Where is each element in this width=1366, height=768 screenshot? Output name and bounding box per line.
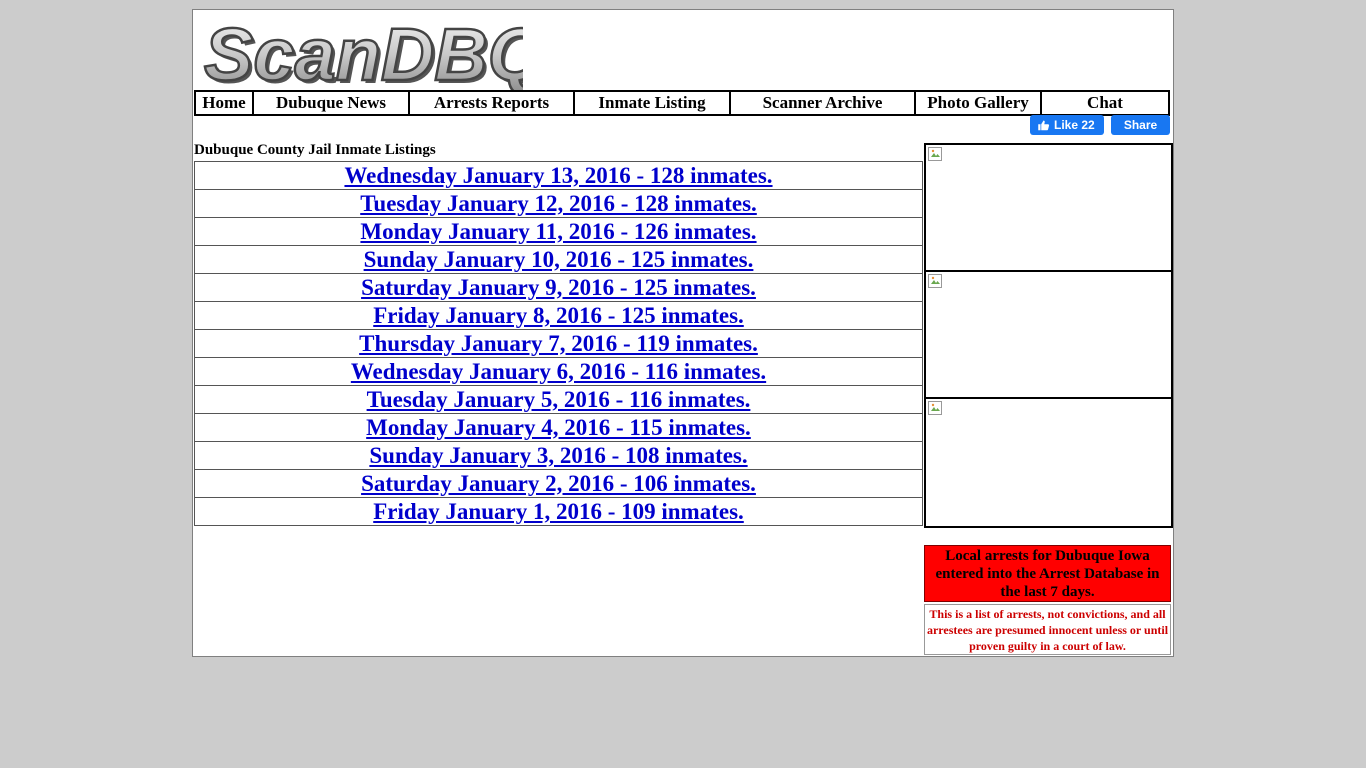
- inmate-listing-link[interactable]: Sunday January 10, 2016 - 125 inmates.: [364, 247, 754, 272]
- logo-text: ScanDBQ: [204, 13, 523, 90]
- table-row: Thursday January 7, 2016 - 119 inmates.: [194, 329, 923, 358]
- thumbs-up-icon: [1038, 120, 1050, 131]
- facebook-share-button[interactable]: Share: [1111, 115, 1170, 135]
- table-row: Friday January 1, 2016 - 109 inmates.: [194, 497, 923, 526]
- table-row: Saturday January 2, 2016 - 106 inmates.: [194, 469, 923, 498]
- inmate-listing-link[interactable]: Saturday January 9, 2016 - 125 inmates.: [361, 275, 756, 300]
- inmate-listing-link[interactable]: Thursday January 7, 2016 - 119 inmates.: [359, 331, 758, 356]
- inmate-listing-link[interactable]: Monday January 4, 2016 - 115 inmates.: [366, 415, 751, 440]
- table-row: Monday January 11, 2016 - 126 inmates.: [194, 217, 923, 246]
- broken-image-icon: [928, 147, 942, 161]
- site-logo[interactable]: ScanDBQ ScanDBQ: [198, 12, 523, 90]
- inmate-listing-link[interactable]: Friday January 1, 2016 - 109 inmates.: [373, 499, 744, 524]
- sidebar-ad-box: [924, 143, 1173, 528]
- table-row: Wednesday January 6, 2016 - 116 inmates.: [194, 357, 923, 386]
- table-row: Friday January 8, 2016 - 125 inmates.: [194, 301, 923, 330]
- table-row: Wednesday January 13, 2016 - 128 inmates…: [194, 161, 923, 190]
- nav-chat[interactable]: Chat: [1042, 92, 1168, 114]
- inmate-listing-link[interactable]: Wednesday January 13, 2016 - 128 inmates…: [344, 163, 772, 188]
- table-row: Sunday January 10, 2016 - 125 inmates.: [194, 245, 923, 274]
- table-row: Saturday January 9, 2016 - 125 inmates.: [194, 273, 923, 302]
- listing-title: Dubuque County Jail Inmate Listings: [194, 142, 436, 158]
- inmate-listing-link[interactable]: Friday January 8, 2016 - 125 inmates.: [373, 303, 744, 328]
- recent-arrests-link-box[interactable]: Local arrests for Dubuque Iowa entered i…: [924, 545, 1171, 602]
- inmate-listing-link[interactable]: Tuesday January 5, 2016 - 116 inmates.: [367, 387, 751, 412]
- nav-dubuque-news[interactable]: Dubuque News: [254, 92, 410, 114]
- like-count-label: Like 22: [1054, 118, 1095, 132]
- inmate-listing-table: Wednesday January 13, 2016 - 128 inmates…: [194, 161, 923, 526]
- table-row: Sunday January 3, 2016 - 108 inmates.: [194, 441, 923, 470]
- nav-photo-gallery[interactable]: Photo Gallery: [916, 92, 1042, 114]
- nav-scanner-archive[interactable]: Scanner Archive: [731, 92, 916, 114]
- nav-arrests-reports[interactable]: Arrests Reports: [410, 92, 575, 114]
- nav-inmate-listing[interactable]: Inmate Listing: [575, 92, 731, 114]
- ad-slot[interactable]: [926, 399, 1171, 526]
- social-buttons: Like 22 Share: [1030, 115, 1170, 135]
- table-row: Tuesday January 5, 2016 - 116 inmates.: [194, 385, 923, 414]
- main-nav: Home Dubuque News Arrests Reports Inmate…: [194, 90, 1170, 116]
- inmate-listing-link[interactable]: Monday January 11, 2016 - 126 inmates.: [360, 219, 756, 244]
- table-row: Tuesday January 12, 2016 - 128 inmates.: [194, 189, 923, 218]
- table-row: Monday January 4, 2016 - 115 inmates.: [194, 413, 923, 442]
- ad-slot[interactable]: [926, 145, 1171, 272]
- inmate-listing-link[interactable]: Sunday January 3, 2016 - 108 inmates.: [369, 443, 747, 468]
- inmate-listing-link[interactable]: Saturday January 2, 2016 - 106 inmates.: [361, 471, 756, 496]
- inmate-listing-link[interactable]: Tuesday January 12, 2016 - 128 inmates.: [360, 191, 757, 216]
- ad-slot[interactable]: [926, 272, 1171, 399]
- broken-image-icon: [928, 401, 942, 415]
- inmate-listing-link[interactable]: Wednesday January 6, 2016 - 116 inmates.: [351, 359, 766, 384]
- facebook-like-button[interactable]: Like 22: [1030, 115, 1104, 135]
- broken-image-icon: [928, 274, 942, 288]
- page-container: ScanDBQ ScanDBQ Home Dubuque News Arrest…: [192, 9, 1174, 657]
- disclaimer-text: This is a list of arrests, not convictio…: [924, 604, 1171, 655]
- nav-home[interactable]: Home: [196, 92, 254, 114]
